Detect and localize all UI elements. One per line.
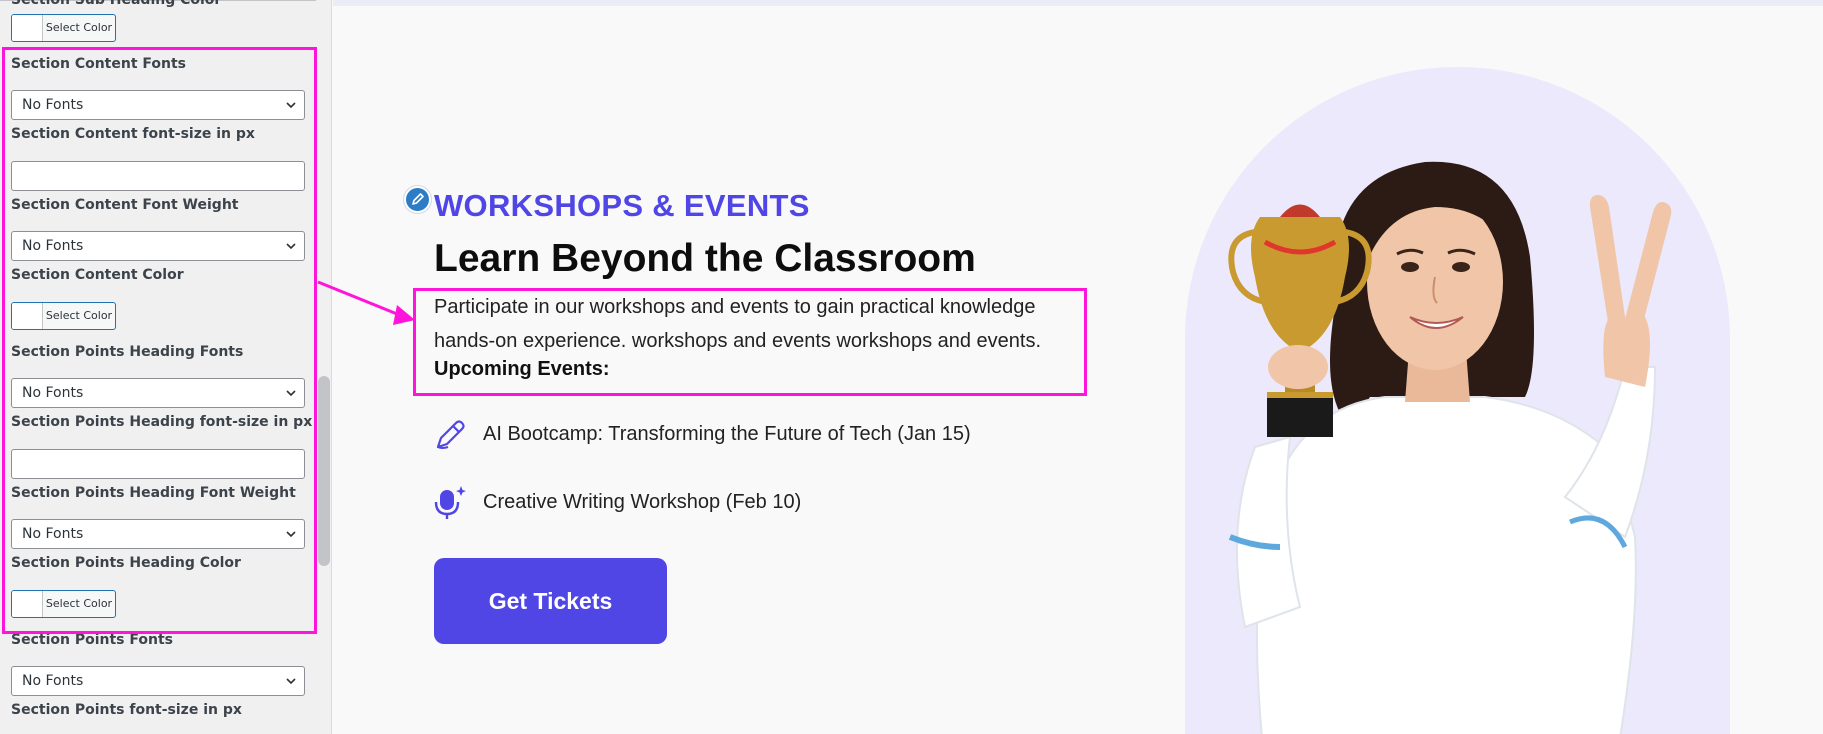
font-select[interactable]: No Fonts [11, 519, 305, 549]
edit-shortcut-icon[interactable] [404, 186, 431, 213]
hero-photo [1185, 67, 1730, 734]
event-point-text: Creative Writing Workshop (Feb 10) [483, 490, 802, 513]
font-select[interactable]: No Fonts [11, 231, 305, 261]
section-eyebrow: WORKSHOPS & EVENTS [434, 188, 810, 223]
event-point: Creative Writing Workshop (Feb 10) [432, 484, 801, 520]
customizer-sidebar: Section Sub Heading Color Select Color Se… [0, 0, 332, 734]
select-value: No Fonts [22, 385, 84, 401]
font-size-input[interactable] [11, 449, 305, 479]
select-value: No Fonts [22, 238, 84, 254]
select-color-button[interactable]: Select Color [11, 302, 116, 330]
control-label: Section Content Color [11, 267, 184, 283]
control-label: Section Content Font Weight [11, 197, 239, 213]
control-label: Section Points Heading Fonts [11, 344, 244, 360]
get-tickets-button[interactable]: Get Tickets [434, 558, 667, 644]
section-subheading-color-label: Section Sub Heading Color [11, 0, 222, 8]
control-label: Section Content Fonts [11, 56, 187, 72]
font-select[interactable]: No Fonts [11, 378, 305, 408]
font-select[interactable]: No Fonts [11, 90, 305, 120]
chevron-down-icon [286, 678, 296, 685]
select-color-label: Select Color [45, 597, 113, 610]
chevron-down-icon [286, 531, 296, 538]
font-size-input[interactable] [11, 161, 305, 191]
select-color-label: Select Color [45, 309, 113, 322]
preview-top-strip [333, 0, 1823, 6]
event-point-text: AI Bootcamp: Transforming the Future of … [483, 422, 971, 445]
select-value: No Fonts [22, 97, 84, 113]
section-content: Participate in our workshops and events … [434, 296, 1042, 352]
customizer-window: Section Sub Heading Color Select Color Se… [0, 0, 1823, 734]
font-select[interactable]: No Fonts [11, 666, 305, 696]
control-label: Section Points font-size in px [11, 702, 242, 718]
select-value: No Fonts [22, 526, 84, 542]
color-swatch [12, 303, 43, 329]
control-label: Section Points Fonts [11, 632, 173, 648]
control-label: Section Points Heading font-size in px [11, 414, 313, 430]
chevron-down-icon [286, 243, 296, 250]
control-label: Section Points Heading Font Weight [11, 485, 296, 501]
select-color-button[interactable]: Select Color [11, 14, 116, 42]
chevron-down-icon [286, 390, 296, 397]
section-heading: Learn Beyond the Classroom [434, 237, 976, 280]
event-point: AI Bootcamp: Transforming the Future of … [432, 416, 971, 452]
sidebar-scrollbar[interactable] [318, 376, 330, 566]
select-color-button[interactable]: Select Color [11, 590, 116, 618]
microphone-sparkle-icon [434, 486, 466, 519]
color-swatch [12, 591, 43, 617]
chevron-down-icon [286, 102, 296, 109]
select-value: No Fonts [22, 673, 84, 689]
pencil-icon [436, 420, 465, 449]
color-swatch [12, 15, 43, 41]
select-color-label: Select Color [45, 21, 113, 34]
control-label: Section Content font-size in px [11, 126, 255, 142]
upcoming-events-label: Upcoming Events: [434, 358, 610, 380]
control-label: Section Points Heading Color [11, 555, 241, 571]
